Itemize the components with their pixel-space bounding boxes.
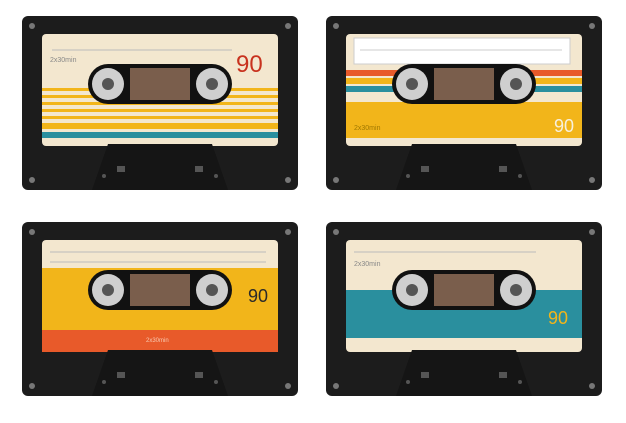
guide-hole bbox=[421, 372, 429, 378]
screw bbox=[333, 23, 339, 29]
tape-number: 90 bbox=[236, 51, 263, 78]
tape-window bbox=[130, 68, 190, 100]
label-stripe bbox=[42, 109, 278, 112]
guide-hole bbox=[195, 166, 203, 172]
pin-hole bbox=[518, 174, 522, 178]
label-stripe bbox=[42, 123, 278, 129]
screw bbox=[333, 177, 339, 183]
guide-hole bbox=[499, 372, 507, 378]
duration-label: 2x30min bbox=[50, 57, 77, 64]
tape-window bbox=[130, 274, 190, 306]
cassette-4: 2x30min 90 bbox=[326, 222, 602, 396]
screw bbox=[29, 23, 35, 29]
cassette-2: 2x30min 90 bbox=[326, 16, 602, 190]
pin-hole bbox=[406, 380, 410, 384]
screw bbox=[333, 229, 339, 235]
label-stripe bbox=[42, 116, 278, 119]
tape-number: 90 bbox=[248, 286, 268, 306]
label-stripe bbox=[346, 102, 582, 138]
tape-number: 90 bbox=[548, 308, 568, 328]
screw bbox=[285, 177, 291, 183]
right-reel-hub bbox=[510, 284, 522, 296]
right-reel-hub bbox=[206, 78, 218, 90]
guide-hole bbox=[117, 372, 125, 378]
right-reel-hub bbox=[510, 78, 522, 90]
screw bbox=[333, 383, 339, 389]
left-reel-hub bbox=[406, 78, 418, 90]
right-reel-hub bbox=[206, 284, 218, 296]
left-reel-hub bbox=[406, 284, 418, 296]
pin-hole bbox=[214, 174, 218, 178]
cassette-3: 2x30min 90 bbox=[22, 222, 298, 396]
guide-hole bbox=[117, 166, 125, 172]
screw bbox=[29, 177, 35, 183]
screw bbox=[589, 23, 595, 29]
screw bbox=[285, 229, 291, 235]
title-box bbox=[353, 37, 571, 65]
pin-hole bbox=[102, 174, 106, 178]
cassette-bottom bbox=[92, 144, 228, 190]
left-reel-hub bbox=[102, 78, 114, 90]
guide-hole bbox=[421, 166, 429, 172]
duration-label: 2x30min bbox=[354, 125, 381, 132]
screw bbox=[29, 383, 35, 389]
pin-hole bbox=[406, 174, 410, 178]
screw bbox=[285, 383, 291, 389]
guide-hole bbox=[499, 166, 507, 172]
cassette-bottom bbox=[92, 350, 228, 396]
guide-hole bbox=[195, 372, 203, 378]
cassette-1: 2x30min 90 bbox=[22, 16, 298, 190]
left-reel-hub bbox=[102, 284, 114, 296]
duration-label: 2x30min bbox=[146, 338, 169, 344]
duration-label: 2x30min bbox=[354, 261, 381, 268]
screw bbox=[589, 229, 595, 235]
tape-number: 90 bbox=[554, 116, 574, 136]
tape-window bbox=[434, 274, 494, 306]
tape-window bbox=[434, 68, 494, 100]
pin-hole bbox=[214, 380, 218, 384]
screw bbox=[29, 229, 35, 235]
label-stripe bbox=[42, 132, 278, 138]
cassette-bottom bbox=[396, 144, 532, 190]
cassette-bottom bbox=[396, 350, 532, 396]
screw bbox=[589, 383, 595, 389]
screw bbox=[589, 177, 595, 183]
screw bbox=[285, 23, 291, 29]
pin-hole bbox=[518, 380, 522, 384]
pin-hole bbox=[102, 380, 106, 384]
